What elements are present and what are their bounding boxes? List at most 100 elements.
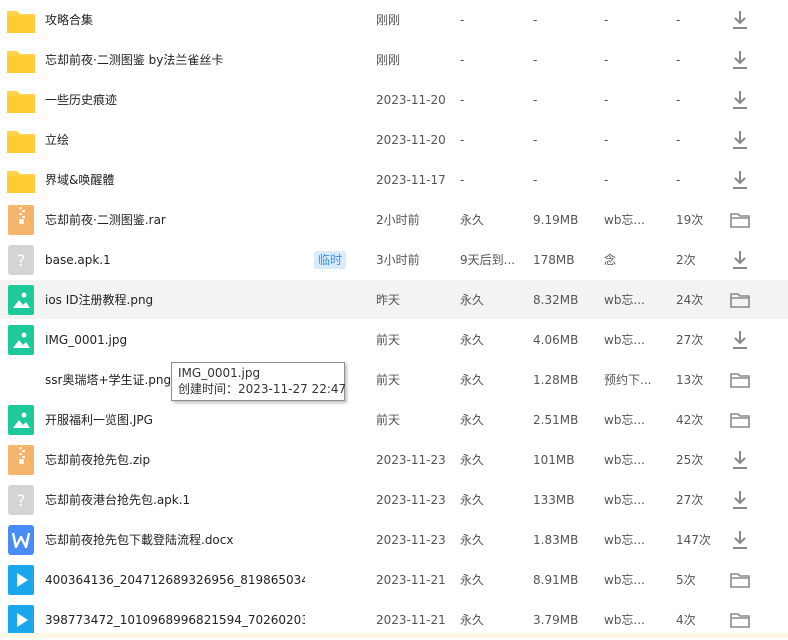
download-icon[interactable] [727, 487, 753, 513]
file-name[interactable]: 界域&唤醒體 [45, 160, 305, 200]
download-icon[interactable] [727, 87, 753, 113]
file-source: wb忘... [604, 493, 645, 507]
file-source: wb忘... [604, 413, 645, 427]
download-icon[interactable] [727, 7, 753, 33]
folder-file-icon [6, 5, 36, 35]
zip-file-icon [6, 205, 36, 235]
folder-open-icon[interactable] [727, 607, 753, 633]
download-icon[interactable] [727, 527, 753, 553]
file-source: wb忘... [604, 333, 645, 347]
file-name[interactable]: 忘却前夜港台抢先包.apk.1 [45, 480, 305, 520]
file-source: - [604, 13, 609, 27]
file-name[interactable]: 忘却前夜抢先包.zip [45, 440, 305, 480]
file-download-count: 2次 [676, 253, 696, 267]
file-size: 8.91MB [533, 573, 579, 587]
file-expire: 永久 [460, 333, 485, 347]
download-icon[interactable] [727, 447, 753, 473]
unknown-file-icon: ? [6, 485, 36, 515]
file-expire: - [460, 133, 465, 147]
folder-file-icon [6, 165, 36, 195]
download-icon[interactable] [727, 47, 753, 73]
file-download-count: 25次 [676, 453, 704, 467]
file-expire: 永久 [460, 573, 485, 587]
file-size: 1.28MB [533, 373, 579, 387]
file-download-count: 13次 [676, 373, 704, 387]
file-row[interactable]: 一些历史痕迹 2023-11-20- - - - [0, 80, 788, 120]
file-time: 前天 [376, 333, 401, 347]
folder-open-icon[interactable] [727, 207, 753, 233]
file-name[interactable]: 忘却前夜·二测图鉴.rar [45, 200, 305, 240]
folder-open-icon[interactable] [727, 567, 753, 593]
file-source: - [604, 93, 609, 107]
file-expire: 永久 [460, 413, 485, 427]
file-source: 念 [604, 253, 617, 267]
word-file-icon [6, 525, 36, 555]
folder-file-icon [6, 45, 36, 75]
image-file-icon [6, 325, 36, 355]
file-row[interactable]: ios ID注册教程.png 昨天 永久 8.32MB wb忘... 24次 [0, 280, 788, 320]
download-icon[interactable] [727, 327, 753, 353]
file-row[interactable]: IMG_0001.jpg 前天 永久 4.06MB wb忘... 27次 [0, 320, 788, 360]
file-name[interactable]: 忘却前夜·二测图鉴 by法兰雀丝卡 [45, 40, 305, 80]
file-row[interactable]: 立绘 2023-11-20- - - - [0, 120, 788, 160]
file-row[interactable]: ? base.apk.1 临时 3小时前 9天后到... 178MB 念 2次 [0, 240, 788, 280]
file-source: wb忘... [604, 533, 645, 547]
file-icon-blank [6, 365, 36, 395]
file-source: wb忘... [604, 293, 645, 307]
folder-open-icon[interactable] [727, 287, 753, 313]
file-size: 178MB [533, 253, 575, 267]
file-row[interactable]: 忘却前夜·二测图鉴 by法兰雀丝卡 刚刚 - - - - [0, 40, 788, 80]
file-row[interactable]: ssr奥瑞塔+学生证.png 前天 永久 1.28MB 预约下... 13次 [0, 360, 788, 400]
file-download-count: - [676, 53, 681, 67]
file-download-count: 27次 [676, 493, 704, 507]
file-row[interactable]: 开服福利一览图.JPG 前天 永久 2.51MB wb忘... 42次 [0, 400, 788, 440]
temp-badge: 临时 [314, 251, 347, 269]
file-name[interactable]: ios ID注册教程.png [45, 280, 305, 320]
file-name[interactable]: 忘却前夜抢先包下載登陆流程.docx [45, 520, 305, 560]
file-time: 2023-11-23 [376, 493, 446, 507]
file-name[interactable]: 立绘 [45, 120, 305, 160]
file-row[interactable]: ? 忘却前夜港台抢先包.apk.1 2023-11-23 永久 133MB wb忘... 2… [0, 480, 788, 520]
file-row[interactable]: 攻略合集 刚刚 - - - - [0, 0, 788, 40]
file-row[interactable]: 忘却前夜抢先包.zip 2023-11-23 永久 101MB wb忘... 25次 [0, 440, 788, 480]
file-name[interactable]: 一些历史痕迹 [45, 80, 305, 120]
download-icon[interactable] [727, 167, 753, 193]
file-time: 2小时前 [376, 213, 420, 227]
file-size: 133MB [533, 493, 575, 507]
file-row[interactable]: 忘却前夜抢先包下載登陆流程.docx 2023-11-23 永久 1.83MB wb忘.… [0, 520, 788, 560]
zip-file-icon [6, 445, 36, 475]
svg-text:?: ? [17, 251, 26, 270]
file-row[interactable]: 400364136_204712689326956_81986503450354… [0, 560, 788, 600]
file-name[interactable]: 开服福利一览图.JPG [45, 400, 305, 440]
file-row[interactable]: 忘却前夜·二测图鉴.rar 2小时前 永久 9.19MB wb忘... 19次 [0, 200, 788, 240]
folder-open-icon[interactable] [727, 367, 753, 393]
folder-open-icon[interactable] [727, 407, 753, 433]
file-time: 昨天 [376, 293, 401, 307]
folder-file-icon [6, 85, 36, 115]
file-name[interactable]: 攻略合集 [45, 0, 305, 40]
file-source: - [604, 173, 609, 187]
tooltip-filename: IMG_0001.jpg [178, 366, 261, 380]
file-name[interactable]: 400364136_204712689326956_81986503450354… [45, 560, 305, 600]
file-time: 2023-11-20 [376, 133, 446, 147]
file-name[interactable]: base.apk.1 [45, 240, 305, 280]
download-icon[interactable] [727, 247, 753, 273]
file-time: 刚刚 [376, 53, 401, 67]
file-size: 2.51MB [533, 413, 579, 427]
video-file-icon [6, 605, 36, 635]
file-expire: - [460, 173, 465, 187]
file-expire: 永久 [460, 493, 485, 507]
file-time: 3小时前 [376, 253, 420, 267]
download-icon[interactable] [727, 127, 753, 153]
file-size: 9.19MB [533, 213, 579, 227]
file-row[interactable]: 界域&唤醒體 2023-11-17- - - - [0, 160, 788, 200]
file-download-count: - [676, 133, 681, 147]
file-time: 2023-11-21 [376, 573, 446, 587]
file-expire: - [460, 53, 465, 67]
file-name[interactable]: IMG_0001.jpg [45, 320, 305, 360]
file-source: wb忘... [604, 213, 645, 227]
file-list: 攻略合集 刚刚 - - - - 忘却前夜·二测图鉴 by法兰雀丝卡 刚刚 - - - - 一些历史痕迹 2… [0, 0, 788, 640]
file-download-count: 147次 [676, 533, 711, 547]
file-time: 前天 [376, 413, 401, 427]
folder-file-icon [6, 125, 36, 155]
